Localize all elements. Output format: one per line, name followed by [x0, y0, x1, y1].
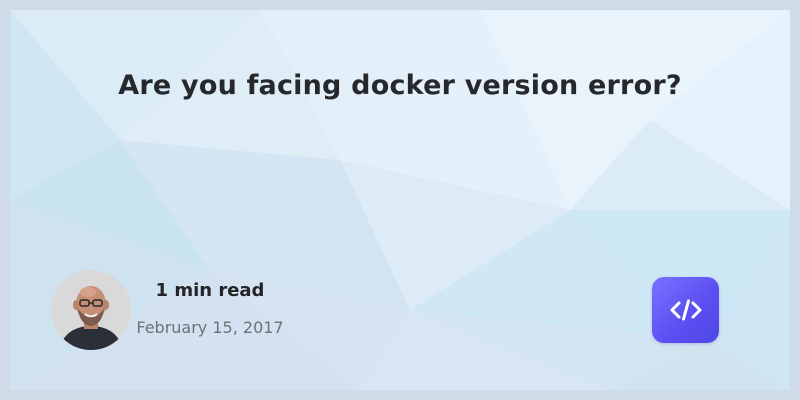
post-meta: 1 min read February 15, 2017	[130, 279, 290, 339]
post-card: Are you facing docker version error? 1 m…	[10, 10, 790, 390]
author-avatar	[51, 270, 131, 350]
code-badge	[652, 277, 719, 343]
publish-date: February 15, 2017	[136, 318, 284, 337]
read-time: 1 min read	[155, 280, 265, 301]
preview-frame: Are you facing docker version error? 1 m…	[0, 0, 800, 400]
code-icon	[670, 299, 701, 321]
post-title: Are you facing docker version error?	[118, 70, 682, 101]
avatar-icon	[51, 270, 131, 350]
